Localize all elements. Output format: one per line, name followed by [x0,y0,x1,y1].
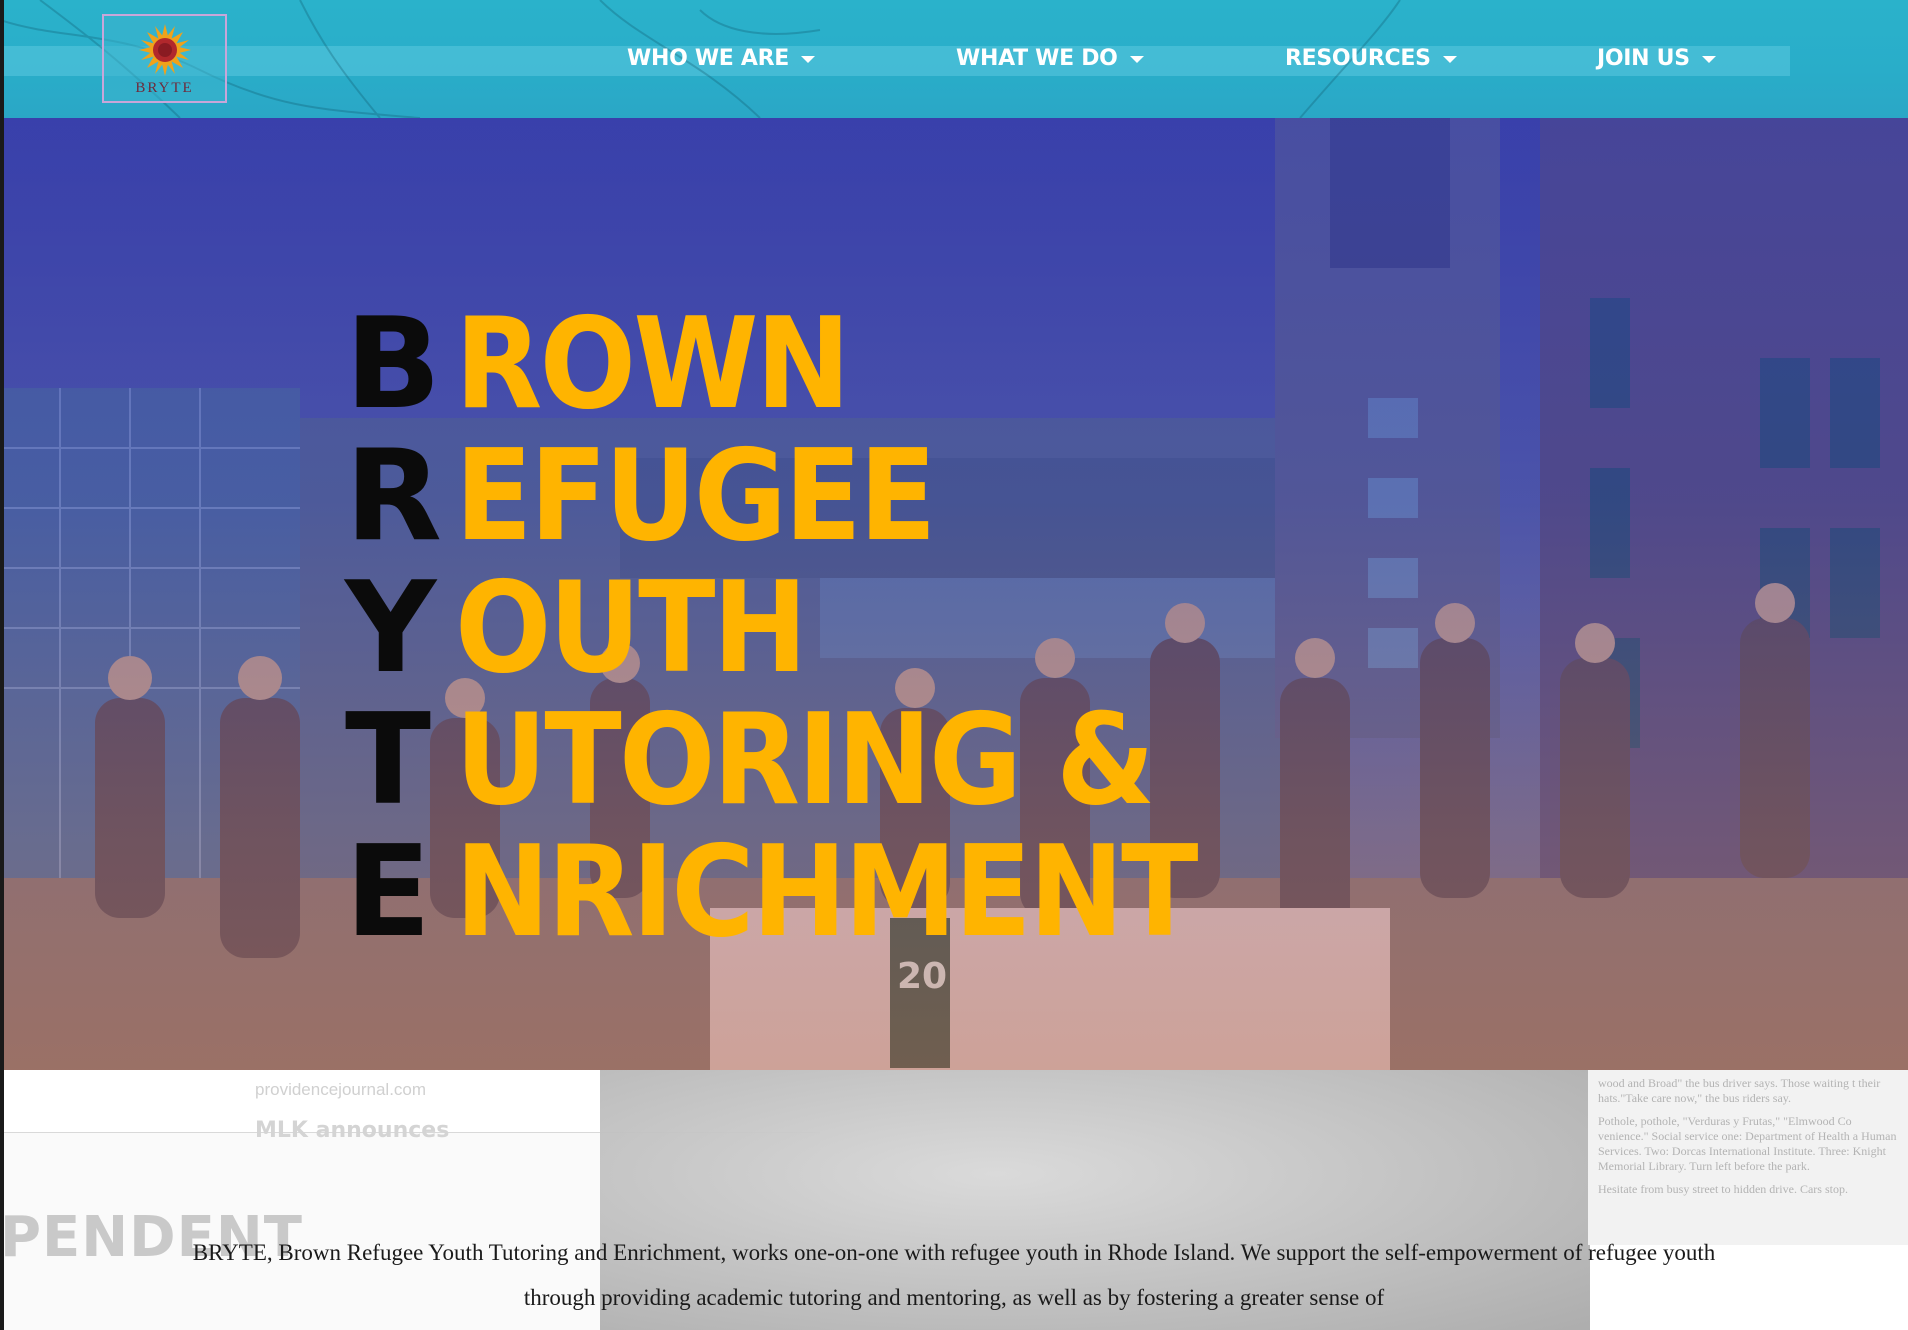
acronym-word: NRICHMENT [455,818,1199,965]
nav-join-us-label: JOIN US [1597,45,1690,71]
mission-statement: BRYTE, Brown Refugee Youth Tutoring and … [192,1240,1716,1310]
chevron-down-icon [1442,55,1457,63]
nav-join-us[interactable]: JOIN US [1597,40,1716,76]
acronym-word: ROWN [455,290,851,437]
acronym-letter: R [345,422,443,569]
nav-resources-label: RESOURCES [1285,45,1431,71]
nav-what-we-do-label: WHAT WE DO [956,45,1118,71]
acronym-word: UTORING & [455,686,1155,833]
chevron-down-icon [801,55,815,63]
nav-resources[interactable]: RESOURCES [1285,40,1457,76]
acronym-letter: Y [345,554,437,701]
acronym-letter: B [345,290,442,437]
site-header: BRYTE WHO WE ARE WHAT WE DO RESOURCES JO… [0,0,1908,118]
acronym-letter: T [345,686,431,833]
window-edge [0,0,4,1330]
main-nav: WHO WE ARE WHAT WE DO RESOURCES JOIN US [0,40,1908,76]
nav-who-we-are-label: WHO WE ARE [627,45,789,71]
acronym-word: OUTH [455,554,808,701]
chevron-down-icon [1701,55,1716,63]
logo-text: BRYTE [135,80,194,96]
intro-section: PENDENT providencejournal.com MLK announ… [0,1070,1908,1330]
newspaper-headline: MLK announces [255,1118,450,1143]
nav-what-we-do[interactable]: WHAT WE DO [956,40,1144,76]
hero-section: 20 B ROWN R EFUGEE Y OUTH T UTORING & E … [0,118,1908,1070]
chevron-down-icon [1129,55,1144,63]
article-paragraph: Pothole, pothole, "Verduras y Frutas," "… [1598,1114,1897,1173]
newspaper-source: providencejournal.com [255,1080,427,1099]
acronym-word: EFUGEE [455,422,937,569]
article-clipping: wood and Broad" the bus driver says. Tho… [1588,1070,1908,1245]
nav-who-we-are[interactable]: WHO WE ARE [627,40,815,76]
article-paragraph: Hesitate from busy street to hidden driv… [1598,1182,1848,1196]
acronym-letter: E [345,818,432,965]
article-paragraph: wood and Broad" the bus driver says. Tho… [1598,1076,1881,1105]
